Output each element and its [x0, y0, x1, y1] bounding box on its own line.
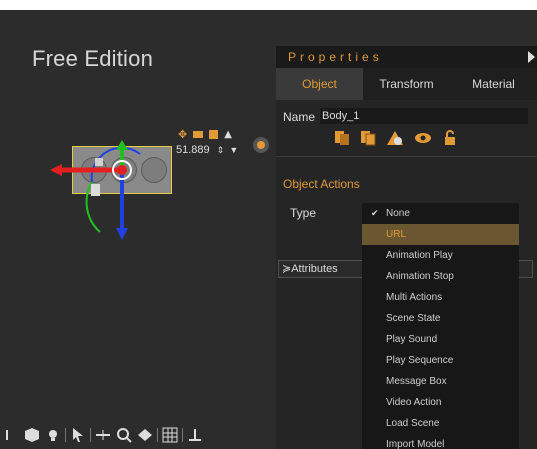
copy-icon[interactable] [360, 130, 376, 146]
dropdown-item-scene-state[interactable]: Scene State [362, 308, 519, 329]
dropdown-item-url[interactable]: URL [362, 224, 519, 245]
settings-gear-icon[interactable] [252, 136, 270, 154]
dropdown-item-multi-actions[interactable]: Multi Actions [362, 287, 519, 308]
lock-icon[interactable] [442, 130, 458, 146]
attributes-label: Attributes [291, 263, 338, 275]
zoom-icon[interactable] [115, 426, 133, 444]
toolbar-separator [182, 427, 183, 442]
transform-mini-icons: ✥ ▲ [178, 128, 232, 141]
properties-header: Properties [276, 46, 537, 68]
attributes-header: ≽Attributes [282, 262, 338, 275]
arrow-up-icon[interactable]: ▲ [224, 129, 232, 140]
cube-icon[interactable] [23, 426, 41, 444]
toolbar-separator [65, 427, 66, 442]
layer-icon[interactable] [334, 130, 350, 146]
dropdown-item-none[interactable]: ✔ None [362, 203, 519, 224]
panel-divider [276, 156, 537, 157]
arrow-down-icon[interactable]: ▼ [229, 145, 238, 155]
value-readout[interactable]: 51.889 ⇕ ▼ [176, 144, 254, 160]
name-field[interactable]: Body_1 [320, 108, 528, 124]
select-arrow-icon[interactable] [69, 426, 87, 444]
tab-transform[interactable]: Transform [363, 68, 450, 100]
object-actions-title: Object Actions [283, 177, 360, 191]
value-readout-text: 51.889 [176, 144, 210, 156]
bottom-toolbar [0, 420, 234, 449]
edition-label: Free Edition [32, 46, 154, 71]
chevron-down-icon: ≽ [282, 263, 292, 275]
grid-icon[interactable] [161, 426, 179, 444]
mesh-icon[interactable] [386, 130, 404, 146]
light-icon[interactable] [44, 426, 62, 444]
tab-material[interactable]: Material [450, 68, 537, 100]
dropdown-item-play-sound[interactable]: Play Sound [362, 329, 519, 350]
name-label: Name [283, 110, 316, 124]
type-dropdown-menu[interactable]: ✔ None URL Animation Play Animation Stop … [362, 203, 519, 449]
move-icon[interactable] [94, 426, 112, 444]
toolbar-separator [157, 427, 158, 442]
transform-gizmo[interactable] [44, 134, 184, 244]
dropdown-item-label: None [386, 208, 410, 219]
move-arrows-icon[interactable]: ✥ [178, 128, 187, 141]
type-label: Type [290, 206, 317, 220]
dropdown-item-animation-play[interactable]: Animation Play [362, 245, 519, 266]
top-strip [0, 0, 537, 10]
toolbar-separator [90, 427, 91, 442]
collapse-arrow-icon[interactable] [528, 51, 535, 63]
pattern-icon[interactable] [136, 426, 154, 444]
object-icon-row [334, 130, 458, 146]
eye-icon[interactable] [414, 130, 432, 146]
checkmark-icon: ✔ [371, 208, 379, 218]
orbit-icon[interactable] [2, 426, 20, 444]
dropdown-item-play-sequence[interactable]: Play Sequence [362, 350, 519, 371]
dropdown-item-load-scene[interactable]: Load Scene [362, 413, 519, 434]
dropdown-item-import-model[interactable]: Import Model [362, 434, 519, 449]
dropdown-item-video-action[interactable]: Video Action [362, 392, 519, 413]
tab-object[interactable]: Object [276, 68, 363, 100]
dropdown-item-animation-stop[interactable]: Animation Stop [362, 266, 519, 287]
stack-icon[interactable] [209, 130, 219, 139]
properties-title: Properties [288, 50, 383, 64]
properties-tabs: Object Transform Material [276, 68, 537, 100]
dropdown-item-message-box[interactable]: Message Box [362, 371, 519, 392]
tag-icon[interactable] [193, 131, 204, 138]
ground-icon[interactable] [186, 426, 204, 444]
stepper-icon[interactable]: ⇕ [217, 145, 225, 155]
